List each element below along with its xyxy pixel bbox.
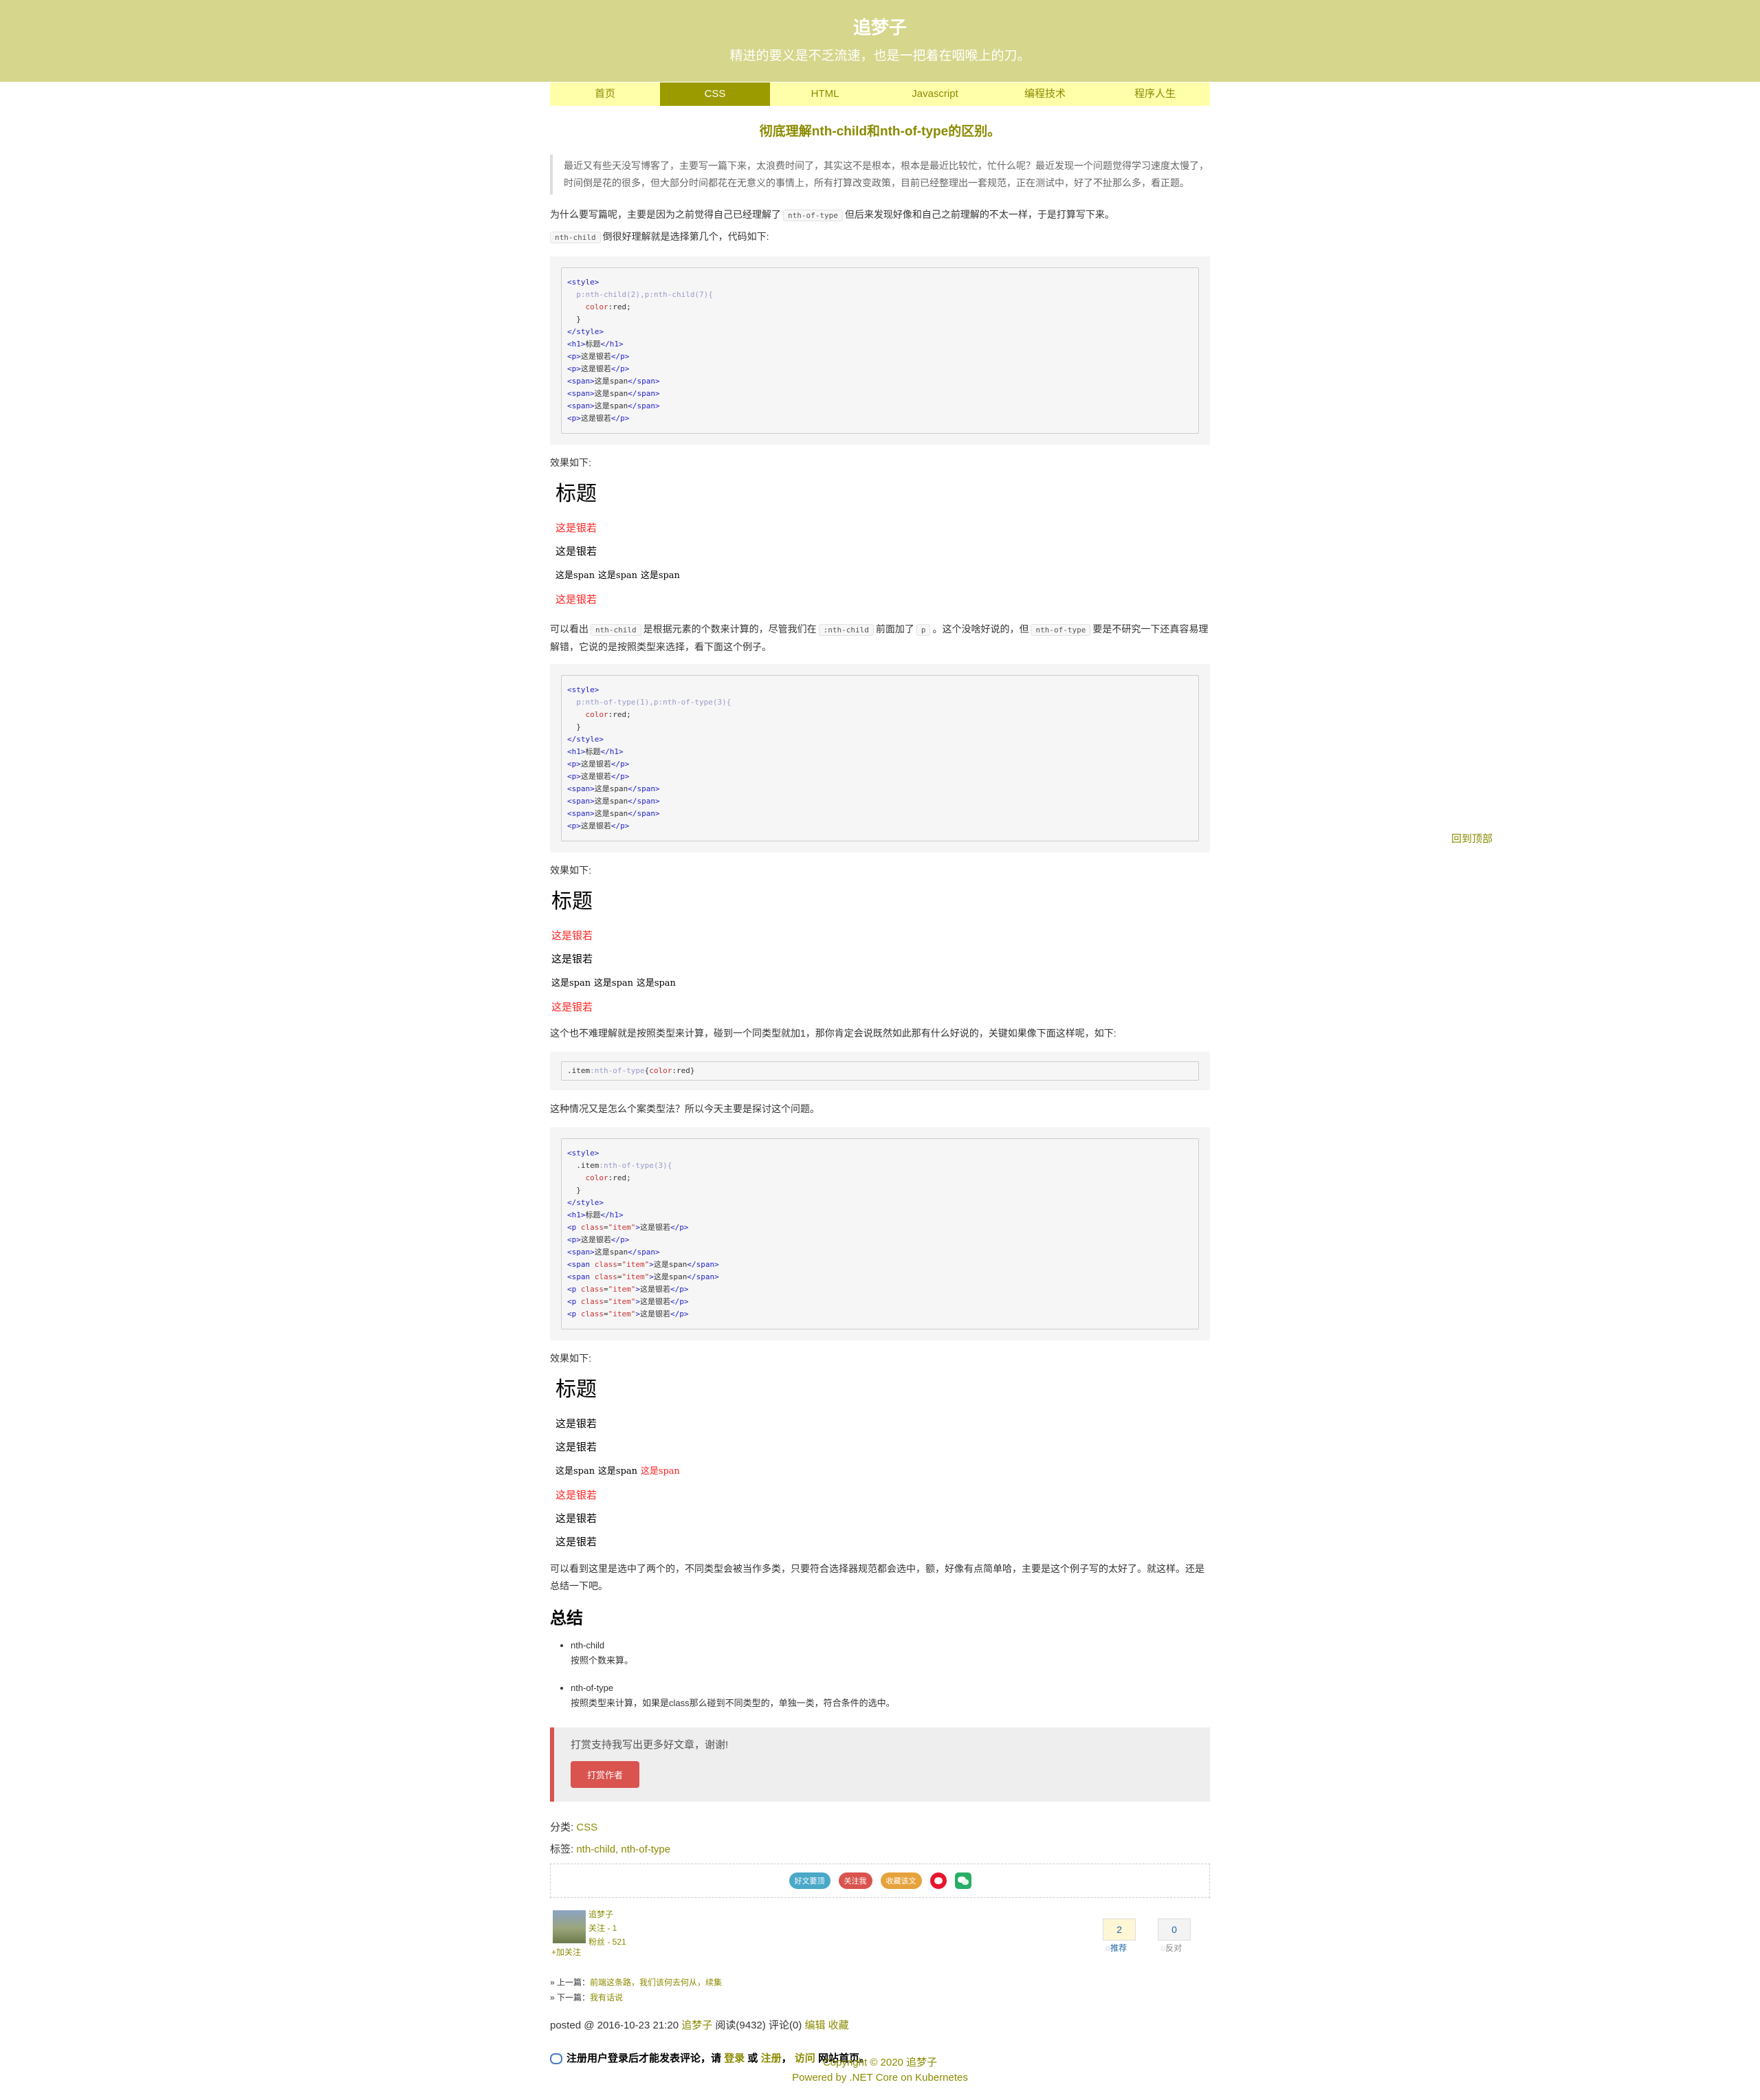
paragraph-5: 这种情况又是怎么个案类型法？所以今天主要是探讨这个问题。 bbox=[550, 1103, 820, 1114]
inline-code: nth-of-type bbox=[1031, 624, 1091, 636]
inline-code: nth-child bbox=[550, 232, 601, 243]
donate-button[interactable]: 打赏作者 bbox=[571, 1761, 640, 1788]
tags-line: 标签: nth-child, nth-of-type bbox=[550, 1844, 671, 1855]
author-followers[interactable]: 粉丝 - 521 bbox=[588, 1935, 626, 1949]
share-bar: 好文要顶 关注我 收藏该文 bbox=[550, 1864, 1210, 1898]
paragraph-1: 为什么要写篇呢，主要是因为之前觉得自己已经理解了 nth-of-type 但后来发现… bbox=[550, 209, 1114, 221]
code-block-3: .item:nth-of-type{color:red} bbox=[550, 1052, 1210, 1090]
site-header: 追梦子 精进的要义是不乏流速，也是一把着在咽喉上的刀。 bbox=[0, 0, 1760, 82]
category-link[interactable]: CSS bbox=[576, 1822, 597, 1833]
prev-next-links: » 上一篇：前端这条路，我们该何去何从，续集 » 下一篇：我有话说 bbox=[550, 1978, 723, 2002]
paragraph-3: 可以看出 nth-child 是根据元素的个数来计算的，尽管我们在:nth-chil… bbox=[550, 623, 1209, 652]
demo-paragraph: 这是银若 bbox=[556, 545, 597, 557]
demo-result-1: 标题 这是银若 这是银若 这是span 这是span 这是span 这是银若 bbox=[550, 476, 1210, 611]
intro-quote: 最近又有些天没写博客了，主要写一篇下来，太浪费时间了，其实这不是根本，根本是最近… bbox=[550, 155, 1210, 195]
demo-paragraph: 这是银若 bbox=[556, 1417, 597, 1430]
demo-paragraph: 这是银若 bbox=[556, 593, 597, 606]
nav-item-home[interactable]: 首页 bbox=[550, 82, 660, 106]
paragraph-4: 这个也不难理解就是按照类型来计算，碰到一个同类型就加1，那你肯定会说既然如此那有… bbox=[550, 1028, 1116, 1039]
oppose-count[interactable]: 0 bbox=[1158, 1919, 1191, 1941]
demo-result-3: 标题 这是银若 这是银若 这是span 这是span 这是span 这是银若 这… bbox=[550, 1372, 1210, 1554]
site-title[interactable]: 追梦子 bbox=[0, 14, 1760, 39]
wechat-icon[interactable] bbox=[954, 1872, 971, 1889]
main-nav: 首页 CSS HTML Javascript 编程技术 程序人生 bbox=[550, 82, 1210, 106]
nav-item-javascript[interactable]: Javascript bbox=[880, 82, 990, 106]
inline-code: nth-child bbox=[591, 624, 641, 636]
tags-link[interactable]: nth-child, nth-of-type bbox=[576, 1844, 670, 1855]
category-line: 分类: CSS bbox=[550, 1822, 598, 1833]
inline-code: :nth-child bbox=[818, 624, 874, 636]
demo-result-2: 标题 这是银若 这是银若 这是span 这是span 这是span 这是银若 bbox=[550, 884, 1210, 1019]
avatar[interactable] bbox=[553, 1910, 586, 1943]
nav-item-css[interactable]: CSS bbox=[660, 82, 770, 106]
demo-spans: 这是span 这是span 这是span bbox=[551, 978, 676, 988]
favorite-link[interactable]: 收藏 bbox=[828, 2020, 849, 2031]
weibo-icon[interactable] bbox=[930, 1872, 947, 1889]
nav-item-programming[interactable]: 编程技术 bbox=[990, 82, 1100, 106]
summary-heading: 总结 bbox=[550, 1609, 583, 1628]
demo-paragraph: 这是银若 bbox=[551, 953, 593, 965]
demo-spans: 这是span 这是span 这是span bbox=[556, 571, 680, 581]
demo-paragraph: 这是银若 bbox=[556, 1441, 597, 1453]
follow-button[interactable]: +加关注 bbox=[551, 1946, 581, 1958]
author-card: 追梦子 关注 - 1 粉丝 - 521 +加关注 2 ◌推荐 0 ◌反对 bbox=[550, 1908, 1210, 1974]
powered-by: Powered by .NET Core on Kubernetes bbox=[792, 2072, 968, 2084]
paragraph-2: nth-child 倒很好理解就是选择第几个，代码如下: bbox=[550, 226, 1210, 248]
demo-paragraph: 这是银若 bbox=[551, 1001, 593, 1013]
recommend-count[interactable]: 2 bbox=[1103, 1919, 1136, 1941]
post-title[interactable]: 彻底理解nth-child和nth-of-type的区别。 bbox=[550, 121, 1210, 140]
author-info: 追梦子 关注 - 1 粉丝 - 521 bbox=[588, 1908, 626, 1949]
site-footer: Copyright © 2020 追梦子 Powered by .NET Cor… bbox=[0, 2055, 1760, 2086]
demo-heading: 标题 bbox=[551, 889, 593, 914]
follow-me-button[interactable]: 关注我 bbox=[838, 1872, 872, 1889]
demo-paragraph: 这是银若 bbox=[556, 1536, 597, 1548]
demo-heading: 标题 bbox=[556, 1378, 597, 1402]
paragraph-6: 可以看到这里是选中了两个的，不同类型会被当作多类，只要符合选择器规范都会选中，额… bbox=[550, 1563, 1204, 1591]
nav-item-html[interactable]: HTML bbox=[770, 82, 880, 106]
demo-paragraph: 这是银若 bbox=[551, 929, 593, 942]
author-following[interactable]: 关注 - 1 bbox=[588, 1921, 626, 1935]
code-block-2: <style> p:nth-of-type(1),p:nth-of-type(3… bbox=[550, 664, 1210, 852]
oppose-label[interactable]: ◌反对 bbox=[1160, 1942, 1182, 1954]
effect-label: 效果如下: bbox=[550, 457, 591, 468]
copyright: Copyright © 2020 追梦子 bbox=[822, 2057, 938, 2068]
code-text: <style> p:nth-of-type(1),p:nth-of-type(3… bbox=[561, 675, 1199, 841]
favorite-button[interactable]: 收藏该文 bbox=[880, 1872, 922, 1889]
list-item: nth-child按照个数来算。 bbox=[571, 1638, 1210, 1668]
effect-label: 效果如下: bbox=[550, 1353, 591, 1364]
demo-paragraph: 这是银若 bbox=[556, 522, 597, 534]
back-to-top-link[interactable]: 回到顶部 bbox=[1451, 831, 1493, 845]
code-text: .item:nth-of-type{color:red} bbox=[561, 1061, 1199, 1081]
donate-box: 打赏支持我写出更多好文章，谢谢! 打赏作者 bbox=[550, 1727, 1210, 1802]
edit-link[interactable]: 编辑 bbox=[804, 2020, 825, 2031]
next-post-link[interactable]: 我有话说 bbox=[590, 1993, 623, 2002]
list-item: nth-of-type按照类型来计算，如果是class那么碰到不同类型的，单独一… bbox=[571, 1681, 1210, 1711]
post-content: 彻底理解nth-child和nth-of-type的区别。 最近又有些天没写博客… bbox=[550, 106, 1210, 2065]
demo-heading: 标题 bbox=[556, 482, 597, 506]
author-name[interactable]: 追梦子 bbox=[588, 1908, 626, 1921]
code-text: <style> p:nth-child(2),p:nth-child(7){ c… bbox=[561, 267, 1199, 434]
effect-label: 效果如下: bbox=[550, 865, 591, 876]
prev-post-link[interactable]: 前端这条路，我们该何去何从，续集 bbox=[590, 1978, 722, 1987]
digg-button[interactable]: 好文要顶 bbox=[789, 1872, 830, 1889]
code-text: <style> .item:nth-of-type(3){ color:red;… bbox=[561, 1138, 1199, 1329]
site-subtitle: 精进的要义是不乏流速，也是一把着在咽喉上的刀。 bbox=[729, 49, 1031, 63]
post-footer-meta: posted @ 2016-10-23 21:20 追梦子 阅读(9432) 评… bbox=[550, 2020, 849, 2031]
nav-item-life[interactable]: 程序人生 bbox=[1100, 82, 1210, 106]
summary-list: nth-child按照个数来算。 nth-of-type按照类型来计算，如果是c… bbox=[550, 1638, 1210, 1711]
recommend-label[interactable]: ◌推荐 bbox=[1106, 1942, 1127, 1954]
demo-paragraph: 这是银若 bbox=[556, 1489, 597, 1501]
inline-code: nth-of-type bbox=[783, 210, 843, 221]
code-block-1: <style> p:nth-child(2),p:nth-child(7){ c… bbox=[550, 256, 1210, 445]
donate-text: 打赏支持我写出更多好文章，谢谢! bbox=[571, 1739, 729, 1751]
code-block-4: <style> .item:nth-of-type(3){ color:red;… bbox=[550, 1127, 1210, 1340]
author-link[interactable]: 追梦子 bbox=[681, 2020, 712, 2031]
demo-spans: 这是span 这是span 这是span bbox=[556, 1466, 680, 1477]
inline-code: p bbox=[916, 624, 931, 636]
demo-paragraph: 这是银若 bbox=[556, 1512, 597, 1525]
